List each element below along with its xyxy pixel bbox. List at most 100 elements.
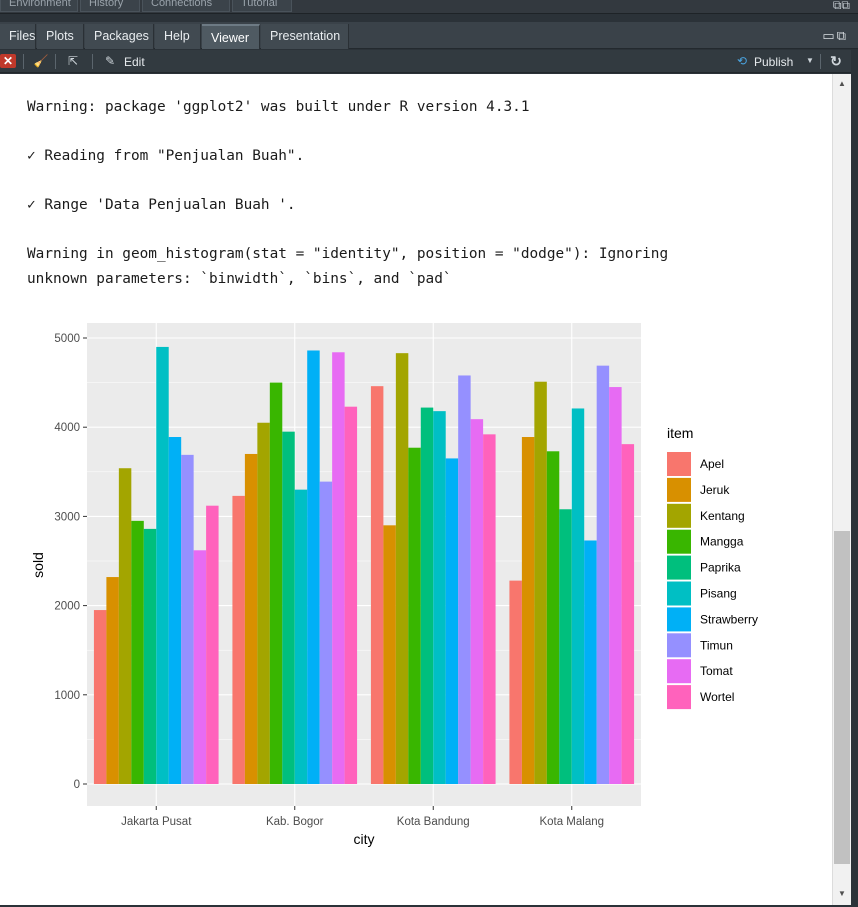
refresh-icon[interactable]: ↻ bbox=[828, 54, 844, 68]
bar-tomat-kota-bandung bbox=[470, 419, 484, 784]
bar-kentang-kota-malang bbox=[534, 381, 547, 784]
restore-pane-icon[interactable]: ⧉⧉ bbox=[833, 0, 850, 13]
legend-key-kentang bbox=[667, 503, 691, 528]
console-warning-params: unknown parameters: `binwidth`, `bins`, … bbox=[27, 271, 452, 287]
legend-label-kentang: Kentang bbox=[700, 509, 745, 523]
bar-paprika-kab-bogor bbox=[282, 431, 295, 784]
viewer-toolbar: ✕ 🧹 ⇱ ✎ Edit ⟲ Publish ▼ ↻ bbox=[0, 50, 858, 73]
legend-key-apel bbox=[667, 452, 691, 476]
pane-border bbox=[851, 50, 858, 907]
x-tick-label: Kab. Bogor bbox=[266, 816, 324, 828]
legend-key-timun bbox=[667, 633, 691, 658]
toolbar-divider bbox=[92, 54, 93, 69]
bar-mangga-kota-bandung bbox=[408, 447, 421, 784]
bar-timun-kota-malang bbox=[596, 365, 610, 784]
bar-mangga-kab-bogor bbox=[269, 382, 283, 784]
bar-paprika-jakarta-pusat bbox=[143, 528, 157, 784]
bar-kentang-jakarta-pusat bbox=[118, 468, 132, 784]
tab-help[interactable]: Help bbox=[155, 24, 201, 49]
legend-key-paprika bbox=[667, 555, 691, 580]
bar-mangga-jakarta-pusat bbox=[131, 520, 144, 784]
bar-tomat-jakarta-pusat bbox=[193, 550, 207, 784]
tab-environment[interactable]: Environment bbox=[0, 0, 78, 12]
tab-files[interactable]: Files bbox=[0, 24, 36, 49]
tab-tutorial[interactable]: Tutorial bbox=[232, 0, 292, 12]
legend-label-strawberry: Strawberry bbox=[700, 612, 758, 626]
tab-connections[interactable]: Connections bbox=[142, 0, 230, 12]
legend-label-apel: Apel bbox=[700, 457, 724, 471]
scroll-thumb[interactable] bbox=[834, 531, 850, 864]
tab-history[interactable]: History bbox=[80, 0, 140, 12]
edit-button[interactable]: Edit bbox=[124, 55, 145, 69]
clear-viewer-icon[interactable]: ✕ bbox=[0, 54, 16, 68]
console-reading-status: ✓ Reading from "Penjualan Buah". bbox=[27, 148, 305, 164]
edit-icon[interactable]: ✎ bbox=[102, 54, 118, 68]
legend-key-jeruk bbox=[667, 477, 691, 502]
legend-label-paprika: Paprika bbox=[700, 561, 741, 575]
viewer-scrollbar[interactable]: ▲ ▼ bbox=[832, 74, 851, 905]
console-warning-histogram: Warning in geom_histogram(stat = "identi… bbox=[27, 246, 669, 262]
console-range-status: ✓ Range 'Data Penjualan Buah '. bbox=[27, 197, 296, 213]
bar-wortel-kota-bandung bbox=[483, 434, 496, 784]
y-tick-label: 4000 bbox=[54, 422, 80, 434]
tab-viewer[interactable]: Viewer bbox=[202, 24, 260, 49]
bar-pisang-kota-malang bbox=[571, 408, 585, 784]
tab-presentation[interactable]: Presentation bbox=[261, 24, 349, 49]
y-tick-label: 2000 bbox=[54, 601, 80, 613]
bar-wortel-jakarta-pusat bbox=[206, 505, 219, 784]
y-tick-label: 0 bbox=[74, 779, 80, 791]
bar-strawberry-kota-malang bbox=[584, 540, 597, 784]
legend-key-tomat bbox=[667, 659, 691, 684]
legend-label-wortel: Wortel bbox=[700, 690, 734, 704]
legend-key-pisang bbox=[667, 581, 691, 606]
legend-label-timun: Timun bbox=[700, 638, 733, 652]
bar-mangga-kota-malang bbox=[546, 451, 560, 784]
x-tick-label: Kota Bandung bbox=[397, 816, 470, 828]
bar-timun-kab-bogor bbox=[319, 481, 333, 784]
pane-tabbar: Files Plots Packages Help Viewer Present… bbox=[0, 22, 858, 49]
bar-jeruk-kota-bandung bbox=[383, 525, 396, 784]
top-pane-strip: Environment History Connections Tutorial… bbox=[0, 0, 858, 14]
toolbar-divider bbox=[55, 54, 56, 69]
bar-chart: 0 1000 2000 3000 4000 5000 Jakarta Pusat Kab. … bbox=[30, 323, 758, 847]
y-tick-label: 1000 bbox=[54, 690, 80, 702]
scroll-up-icon[interactable]: ▲ bbox=[833, 76, 851, 92]
minimize-maximize-icon[interactable]: ▭⧉ bbox=[822, 28, 848, 44]
publish-dropdown-icon[interactable]: ▼ bbox=[802, 54, 818, 68]
bar-jeruk-jakarta-pusat bbox=[106, 577, 119, 784]
bar-strawberry-jakarta-pusat bbox=[168, 437, 182, 784]
legend-label-tomat: Tomat bbox=[700, 664, 733, 678]
bar-tomat-kab-bogor bbox=[332, 352, 345, 784]
publish-icon[interactable]: ⟲ bbox=[732, 54, 752, 68]
bar-kentang-kab-bogor bbox=[257, 422, 270, 784]
y-axis-title: sold bbox=[30, 552, 46, 578]
tab-packages[interactable]: Packages bbox=[85, 24, 154, 49]
toolbar-divider bbox=[23, 54, 24, 69]
bar-wortel-kota-malang bbox=[621, 444, 635, 784]
legend-label-mangga: Mangga bbox=[700, 535, 744, 549]
bar-kentang-kota-bandung bbox=[395, 353, 409, 784]
tab-plots[interactable]: Plots bbox=[37, 24, 84, 49]
x-axis-title: city bbox=[354, 831, 375, 847]
viewer-content: Warning: package 'ggplot2' was built und… bbox=[0, 74, 832, 905]
bar-strawberry-kab-bogor bbox=[307, 350, 320, 784]
legend-label-pisang: Pisang bbox=[700, 587, 737, 601]
legend-key-mangga bbox=[667, 529, 691, 554]
bar-timun-jakarta-pusat bbox=[181, 454, 194, 784]
broom-icon[interactable]: 🧹 bbox=[33, 54, 49, 68]
bar-jeruk-kab-bogor bbox=[244, 453, 258, 784]
toolbar-divider bbox=[820, 54, 821, 69]
legend-label-jeruk: Jeruk bbox=[700, 483, 730, 497]
bar-apel-kota-bandung bbox=[370, 386, 384, 784]
legend-key-strawberry bbox=[667, 607, 691, 632]
publish-button[interactable]: Publish bbox=[754, 55, 793, 69]
bar-pisang-kota-bandung bbox=[433, 411, 446, 784]
bar-tomat-kota-malang bbox=[609, 387, 622, 784]
bar-apel-kab-bogor bbox=[232, 495, 245, 784]
legend-title: item bbox=[667, 425, 693, 441]
x-tick-label: Jakarta Pusat bbox=[121, 816, 192, 828]
y-tick-label: 3000 bbox=[54, 511, 80, 523]
scroll-down-icon[interactable]: ▼ bbox=[833, 886, 851, 902]
bar-pisang-kab-bogor bbox=[294, 489, 308, 784]
export-icon[interactable]: ⇱ bbox=[65, 54, 81, 68]
